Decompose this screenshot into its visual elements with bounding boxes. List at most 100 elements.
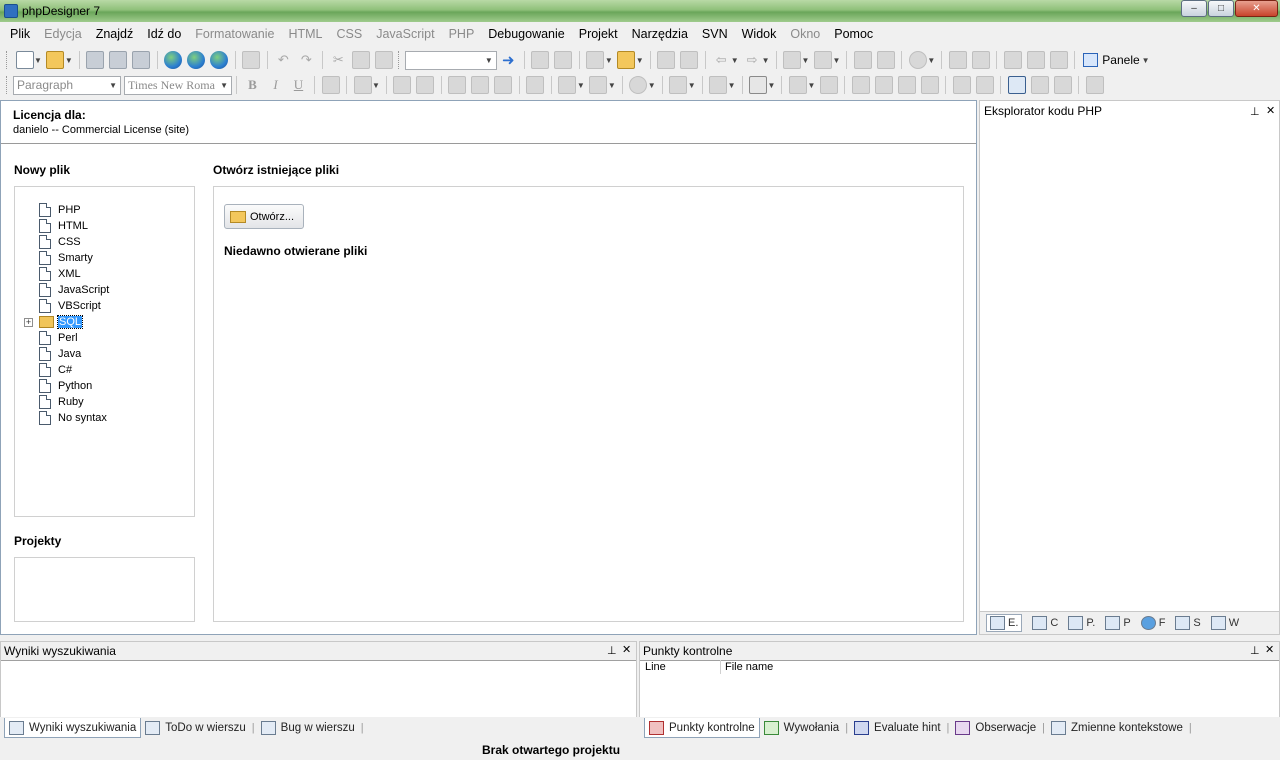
save-icon[interactable]: [86, 51, 105, 69]
print-icon[interactable]: [242, 51, 261, 69]
debug-icon[interactable]: [783, 51, 802, 69]
menu-svn[interactable]: SVN: [700, 27, 730, 41]
toolbar-grip[interactable]: [6, 51, 9, 69]
tab-context-variables[interactable]: Zmienne kontekstowe: [1047, 718, 1187, 738]
new-file-sql[interactable]: SQL: [39, 314, 84, 330]
chevron-down-icon[interactable]: ▼: [802, 56, 810, 65]
go-arrow-icon[interactable]: ➜: [499, 51, 517, 69]
new-file-css[interactable]: CSS: [39, 234, 81, 250]
tab-bug[interactable]: Bug w wierszu: [257, 718, 359, 738]
align-icon[interactable]: [448, 76, 467, 94]
paste-icon[interactable]: [375, 51, 394, 69]
filter-add-icon[interactable]: [680, 51, 699, 69]
underline-button[interactable]: U: [290, 76, 308, 94]
font-combo[interactable]: Times New Roma ▼: [124, 75, 232, 95]
outdent-icon[interactable]: [971, 51, 990, 69]
minimize-button[interactable]: –: [1181, 0, 1207, 17]
paragraph-icon[interactable]: [321, 76, 340, 94]
chevron-down-icon[interactable]: ▼: [34, 56, 42, 65]
import-icon[interactable]: [1053, 76, 1072, 94]
unwrap-icon[interactable]: [920, 76, 939, 94]
bookmark-next-icon[interactable]: [554, 51, 573, 69]
menu-debugowanie[interactable]: Debugowanie: [486, 27, 566, 41]
chevron-down-icon[interactable]: ▼: [832, 56, 840, 65]
send-icon[interactable]: [709, 76, 728, 94]
web-globe-icon[interactable]: [210, 51, 229, 69]
save-as-icon[interactable]: [109, 51, 128, 69]
wizard-icon[interactable]: [788, 76, 807, 94]
undo-icon[interactable]: ↶: [274, 51, 292, 69]
new-file-python[interactable]: Python: [39, 378, 92, 394]
close-icon[interactable]: ✕: [1265, 643, 1274, 656]
chevron-down-icon[interactable]: ▼: [728, 81, 736, 90]
search-combo[interactable]: ▼: [404, 50, 497, 70]
column-divider[interactable]: [720, 660, 721, 674]
expand-icon[interactable]: +: [24, 318, 33, 327]
new-file-vbscript[interactable]: VBScript: [39, 298, 101, 314]
chevron-down-icon[interactable]: ▼: [768, 81, 776, 90]
browser-preview-icon[interactable]: [164, 51, 183, 69]
back-arrow-icon[interactable]: ⇦: [712, 51, 730, 69]
open-button[interactable]: Otwórz...: [224, 204, 304, 229]
menu-css[interactable]: CSS: [335, 27, 365, 41]
tab-code[interactable]: C: [1032, 616, 1058, 630]
pin-icon[interactable]: ⊥: [607, 644, 617, 657]
chevron-down-icon[interactable]: ▼: [577, 81, 585, 90]
chevron-down-icon[interactable]: ▼: [608, 81, 616, 90]
media-icon[interactable]: [629, 76, 648, 94]
wrap-icon[interactable]: [897, 76, 916, 94]
new-file-php[interactable]: PHP: [39, 202, 81, 218]
new-file-perl[interactable]: Perl: [39, 330, 78, 346]
open-folder-icon[interactable]: [46, 51, 65, 69]
menu-plik[interactable]: Plik: [8, 27, 32, 41]
save-all-icon[interactable]: [132, 51, 151, 69]
indent-icon[interactable]: [948, 51, 967, 69]
chevron-down-icon[interactable]: ▼: [65, 56, 73, 65]
menu-projekt[interactable]: Projekt: [577, 27, 620, 41]
menu-znajdz[interactable]: Znajdź: [94, 27, 136, 41]
tab-project[interactable]: P.: [1068, 616, 1095, 630]
project-folder-icon[interactable]: [617, 51, 636, 69]
new-file-no-syntax[interactable]: No syntax: [39, 410, 107, 426]
record-icon[interactable]: [908, 51, 927, 69]
copy-icon[interactable]: [352, 51, 371, 69]
debug-settings-icon[interactable]: [813, 51, 832, 69]
chevron-down-icon[interactable]: ▼: [605, 56, 613, 65]
menu-html[interactable]: HTML: [286, 27, 324, 41]
filter-icon[interactable]: [657, 51, 676, 69]
redo-icon[interactable]: ↷: [297, 51, 315, 69]
chevron-down-icon[interactable]: ▼: [636, 56, 644, 65]
chevron-down-icon[interactable]: ▼: [688, 81, 696, 90]
menu-pomoc[interactable]: Pomoc: [832, 27, 875, 41]
column-header-file-name[interactable]: File name: [725, 660, 773, 674]
chevron-down-icon[interactable]: ▼: [807, 81, 815, 90]
image-icon[interactable]: [416, 76, 435, 94]
form-field-icon[interactable]: [589, 76, 608, 94]
browser-preview-alt-icon[interactable]: [187, 51, 206, 69]
comment-icon[interactable]: [526, 76, 545, 94]
indent-more-icon[interactable]: [851, 76, 870, 94]
new-file-javascript[interactable]: JavaScript: [39, 282, 109, 298]
new-file-java[interactable]: Java: [39, 346, 81, 362]
box-icon[interactable]: [494, 76, 513, 94]
tab-ftp[interactable]: F: [1140, 616, 1165, 630]
new-file-ruby[interactable]: Ruby: [39, 394, 84, 410]
pin-icon[interactable]: ⊥: [1250, 105, 1260, 118]
toolbar-grip[interactable]: [397, 51, 401, 69]
forward-arrow-icon[interactable]: ⇨: [743, 51, 761, 69]
tool-icon[interactable]: [586, 51, 605, 69]
tag-icon[interactable]: [819, 76, 838, 94]
check-syntax-icon[interactable]: [853, 51, 872, 69]
bookmark-icon[interactable]: [531, 51, 550, 69]
validate-icon[interactable]: [1085, 76, 1104, 94]
split-horizontal-icon[interactable]: [1003, 51, 1022, 69]
calendar-icon[interactable]: [749, 76, 768, 94]
tab-w[interactable]: W: [1210, 616, 1239, 630]
link-icon[interactable]: [393, 76, 412, 94]
chevron-down-icon[interactable]: ▼: [762, 56, 770, 65]
new-file-csharp[interactable]: C#: [39, 362, 72, 378]
tab-breakpoints[interactable]: Punkty kontrolne: [644, 718, 760, 738]
table-icon[interactable]: [353, 76, 372, 94]
indent-less-icon[interactable]: [874, 76, 893, 94]
menu-edycja[interactable]: Edycja: [42, 27, 84, 41]
